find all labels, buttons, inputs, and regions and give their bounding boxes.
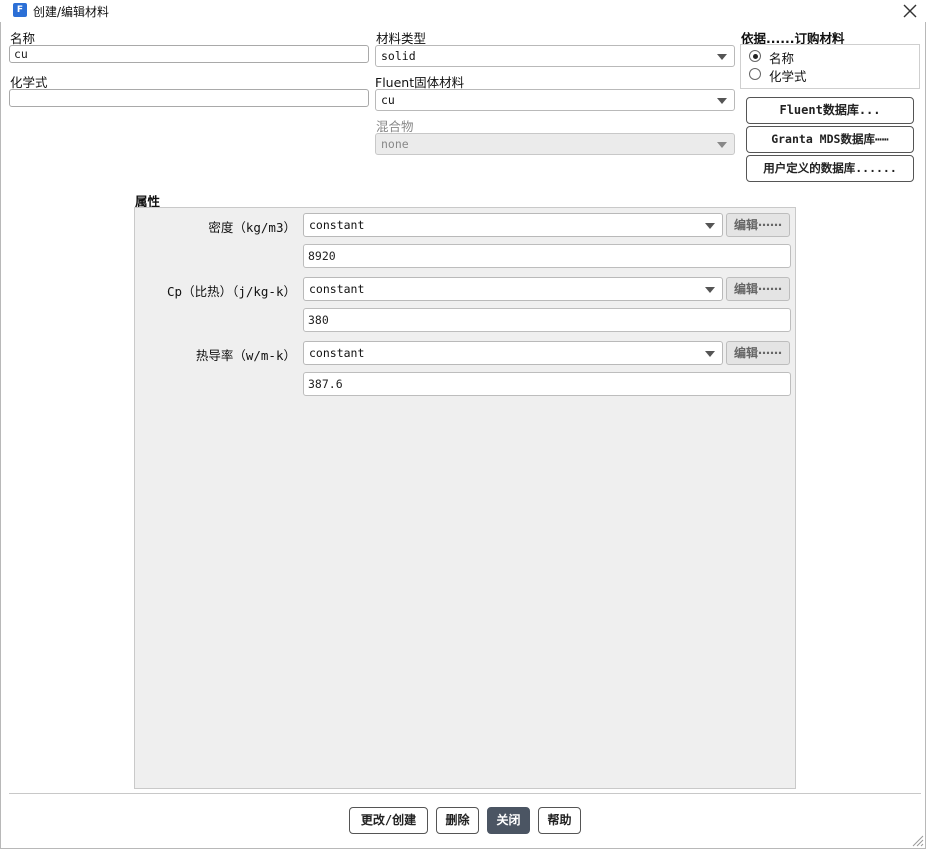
density-edit-button[interactable]: 编辑⋯⋯: [726, 213, 790, 237]
help-button[interactable]: 帮助: [538, 807, 581, 834]
chevron-down-icon: [705, 287, 715, 293]
chevron-down-icon: [705, 351, 715, 357]
order-by-name-radio[interactable]: [749, 50, 761, 62]
cp-value-input[interactable]: 380: [303, 308, 791, 332]
density-value-input[interactable]: 8920: [303, 244, 791, 268]
density-method-dropdown[interactable]: constant: [303, 213, 723, 237]
formula-input[interactable]: [9, 89, 369, 107]
thermal-conductivity-value-input[interactable]: 387.6: [303, 372, 791, 396]
close-button[interactable]: 关闭: [487, 807, 530, 834]
name-input[interactable]: cu: [9, 45, 369, 63]
user-defined-database-button[interactable]: 用户定义的数据库......: [746, 155, 914, 182]
material-type-dropdown[interactable]: solid: [375, 45, 735, 67]
delete-button[interactable]: 删除: [436, 807, 479, 834]
fluent-solid-dropdown[interactable]: cu: [375, 89, 735, 111]
cp-method-value: constant: [309, 282, 365, 296]
thermal-conductivity-label: 热导率（w/m-k）: [195, 348, 296, 363]
fluent-app-icon: F: [13, 3, 27, 17]
granta-mds-database-button[interactable]: Granta MDS数据库⋯⋯: [746, 126, 914, 153]
cp-method-dropdown[interactable]: constant: [303, 277, 723, 301]
cp-label: Cp（比热）（j/kg-k）: [167, 284, 296, 299]
chevron-down-icon: [717, 54, 727, 60]
title-bar: F 创建/编辑材料: [0, 0, 928, 22]
thermal-conductivity-edit-button[interactable]: 编辑⋯⋯: [726, 341, 790, 365]
fluent-database-button[interactable]: Fluent数据库...: [746, 97, 914, 124]
change-create-button[interactable]: 更改/创建: [349, 807, 428, 834]
close-window-button[interactable]: [900, 1, 920, 21]
cp-edit-button[interactable]: 编辑⋯⋯: [726, 277, 790, 301]
chevron-down-icon: [705, 223, 715, 229]
order-by-group: [740, 44, 920, 89]
density-label: 密度（kg/m3）: [208, 220, 296, 235]
chevron-down-icon: [717, 98, 727, 104]
chevron-down-icon: [717, 142, 727, 148]
material-type-value: solid: [381, 49, 416, 63]
thermal-conductivity-method-value: constant: [309, 346, 365, 360]
thermal-conductivity-method-dropdown[interactable]: constant: [303, 341, 723, 365]
mixture-value: none: [381, 137, 409, 151]
close-icon: [903, 4, 917, 18]
footer-separator: [9, 793, 921, 794]
order-by-formula-label: 化学式: [769, 69, 807, 84]
mixture-dropdown: none: [375, 133, 735, 155]
order-by-formula-radio[interactable]: [749, 68, 761, 80]
fluent-solid-value: cu: [381, 93, 395, 107]
resize-grip-icon[interactable]: [908, 831, 924, 847]
order-by-name-label: 名称: [769, 51, 795, 66]
window-title: 创建/编辑材料: [33, 5, 110, 19]
density-method-value: constant: [309, 218, 365, 232]
